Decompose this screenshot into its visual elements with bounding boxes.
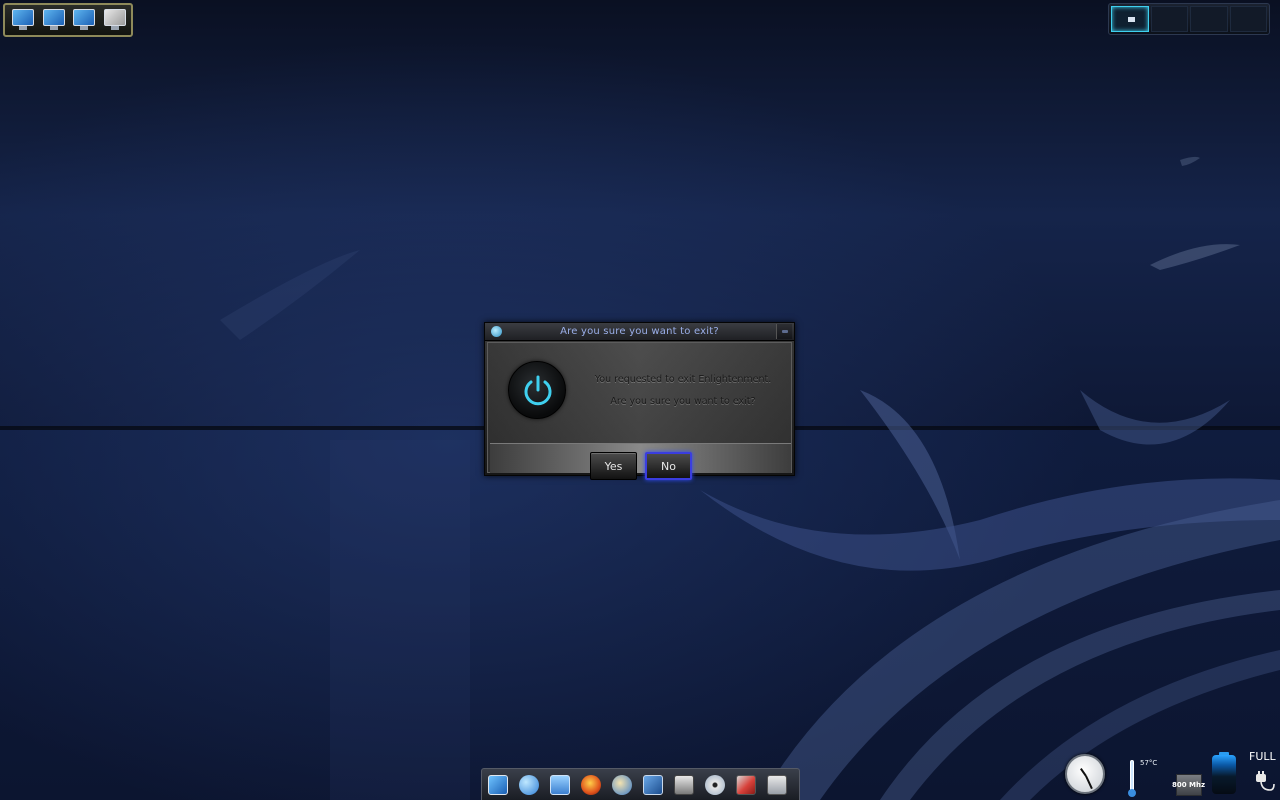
network-globe-icon[interactable]	[517, 773, 541, 797]
enlightenment-app-icon[interactable]	[491, 326, 502, 337]
thermometer-icon[interactable]	[1128, 760, 1136, 798]
yes-button[interactable]: Yes	[590, 452, 637, 480]
dialog-message: You requested to exit Enlightenment. Are…	[578, 369, 788, 413]
computer-icon[interactable]	[10, 8, 35, 32]
file-manager-icon[interactable]	[548, 773, 572, 797]
power-plug-icon	[1256, 771, 1275, 791]
pager-desk-2[interactable]	[1150, 6, 1188, 32]
power-icon	[508, 361, 566, 419]
firefox-icon[interactable]	[579, 773, 603, 797]
titlebar-menu-button[interactable]	[776, 324, 792, 339]
clock-gadget[interactable]	[1065, 754, 1105, 794]
battery-icon[interactable]	[1212, 752, 1236, 794]
dialog-button-area: Yes No	[490, 443, 791, 480]
home-computer-icon[interactable]	[102, 8, 127, 32]
disc-burner-icon[interactable]	[703, 773, 727, 797]
message-line-1: You requested to exit Enlightenment.	[594, 374, 772, 385]
exit-confirmation-dialog: Are you sure you want to exit? You reque…	[484, 322, 795, 480]
dialog-title: Are you sure you want to exit?	[560, 326, 719, 337]
message-line-2: Are you sure you want to exit?	[610, 396, 756, 407]
window-thumbnail	[1128, 17, 1135, 22]
dialog-titlebar[interactable]: Are you sure you want to exit?	[485, 323, 794, 341]
computer-icon[interactable]	[41, 8, 66, 32]
temperature-label: 57°C	[1140, 759, 1158, 767]
pager-desk-1[interactable]	[1111, 6, 1149, 32]
mail-icon[interactable]	[610, 773, 634, 797]
settings-icon[interactable]	[734, 773, 758, 797]
no-button[interactable]: No	[645, 452, 692, 480]
dialog-body: You requested to exit Enlightenment. Are…	[487, 342, 792, 480]
computer-icon[interactable]	[486, 773, 510, 797]
application-dock	[481, 768, 800, 800]
pager-desk-3[interactable]	[1190, 6, 1228, 32]
installer-icon[interactable]	[765, 773, 789, 797]
cpu-frequency-label: 800 Mhz	[1172, 781, 1206, 789]
image-editor-icon[interactable]	[641, 773, 665, 797]
top-left-shelf	[3, 3, 133, 37]
computer-icon[interactable]	[71, 8, 96, 32]
virtual-desktop-pager	[1108, 3, 1270, 35]
battery-status-label: FULL	[1249, 750, 1276, 763]
screenshot-icon[interactable]	[672, 773, 696, 797]
clock-minute-hand	[1085, 775, 1093, 790]
pager-desk-4[interactable]	[1229, 6, 1267, 32]
